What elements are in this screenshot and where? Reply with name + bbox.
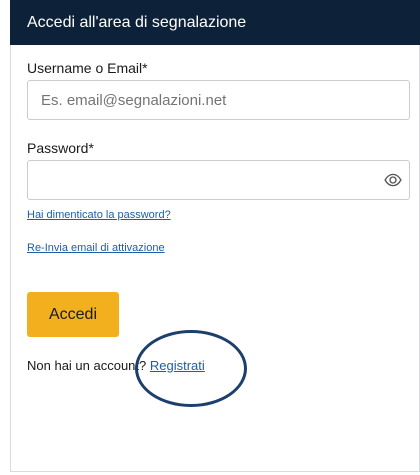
password-field[interactable] [27, 160, 410, 200]
signup-prompt: Non hai un account? Registrati [27, 358, 205, 373]
login-button[interactable]: Accedi [27, 292, 119, 337]
username-label: Username o Email* [27, 60, 148, 76]
resend-activation-link[interactable]: Re-Invia email di attivazione [27, 242, 165, 254]
username-field[interactable] [27, 80, 410, 120]
register-link[interactable]: Registrati [150, 358, 205, 373]
password-label: Password* [27, 140, 94, 156]
signup-prompt-text: Non hai un account? [27, 358, 150, 373]
page-title: Accedi all'area di segnalazione [27, 13, 247, 31]
page-title-bar: Accedi all'area di segnalazione [10, 0, 420, 45]
forgot-password-link[interactable]: Hai dimenticato la password? [27, 209, 171, 221]
eye-icon[interactable] [384, 171, 402, 189]
